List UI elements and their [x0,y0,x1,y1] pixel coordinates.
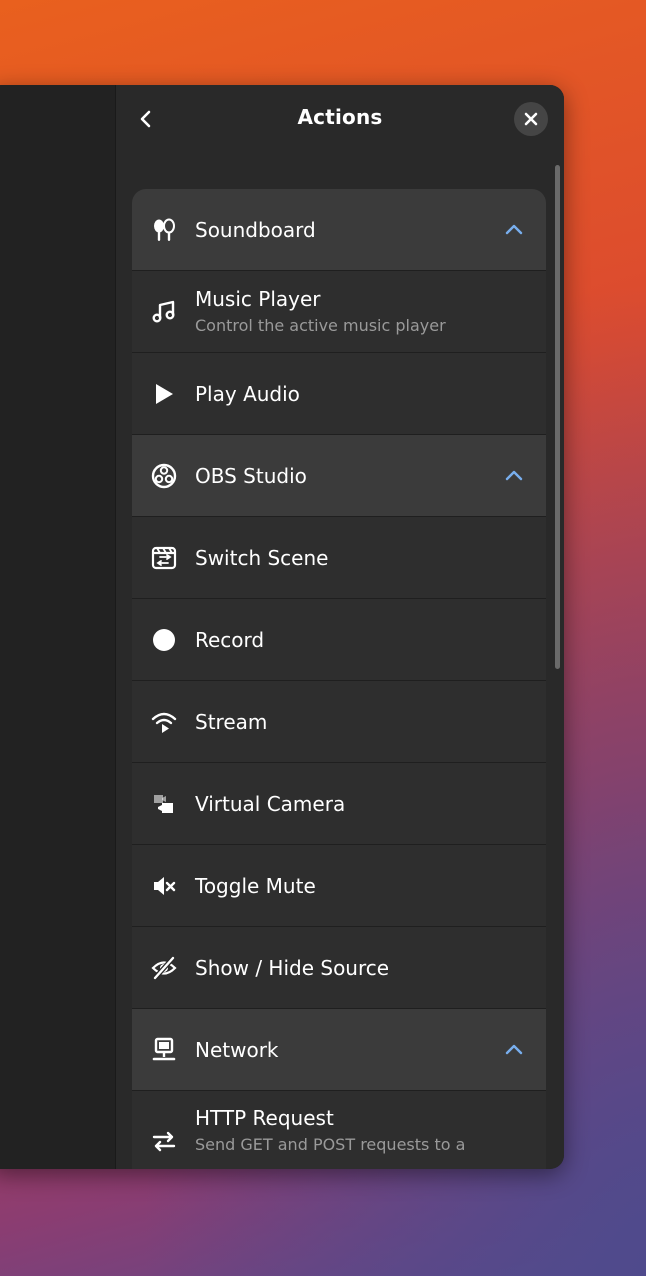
chevron-up-icon[interactable] [502,1038,526,1062]
stream-icon [150,708,178,736]
action-subtitle: Control the active music player [195,316,446,335]
category-label: Network [195,1037,279,1062]
action-record[interactable]: Record [132,599,546,681]
network-icon [150,1036,178,1064]
close-button[interactable] [514,102,548,136]
mute-icon [150,872,178,900]
actions-panel: Actions Soundboard Music Player Control … [116,85,564,1169]
arrows-exchange-icon [150,1127,178,1155]
action-stream[interactable]: Stream [132,681,546,763]
eye-hidden-icon [150,954,178,982]
actions-list: Soundboard Music Player Control the acti… [132,189,546,1169]
soundboard-icon [150,216,178,244]
action-virtual-camera[interactable]: Virtual Camera [132,763,546,845]
virtual-camera-icon [150,790,178,818]
category-soundboard[interactable]: Soundboard [132,189,546,271]
chevron-up-icon[interactable] [502,464,526,488]
panel-header: Actions [116,85,564,153]
play-icon [150,380,178,408]
category-network[interactable]: Network [132,1009,546,1091]
action-toggle-mute[interactable]: Toggle Mute [132,845,546,927]
action-http-request[interactable]: HTTP Request Send GET and POST requests … [132,1091,546,1169]
page-title: Actions [297,105,383,129]
action-label: Show / Hide Source [195,955,390,980]
close-icon [524,112,538,126]
action-play-audio[interactable]: Play Audio [132,353,546,435]
switch-scene-icon [150,544,178,572]
music-note-icon [150,298,178,326]
record-icon [150,626,178,654]
action-switch-scene[interactable]: Switch Scene [132,517,546,599]
scrollbar[interactable] [555,165,560,669]
action-label: Switch Scene [195,545,329,570]
action-music-player[interactable]: Music Player Control the active music pl… [132,271,546,353]
action-show-hide-source[interactable]: Show / Hide Source [132,927,546,1009]
category-label: OBS Studio [195,463,307,488]
category-label: Soundboard [195,217,316,242]
action-label: Record [195,627,265,652]
action-label: Toggle Mute [195,873,316,898]
chevron-up-icon[interactable] [502,218,526,242]
action-label: Stream [195,709,268,734]
category-obs-studio[interactable]: OBS Studio [132,435,546,517]
left-pane [0,85,116,1169]
action-label: HTTP Request [195,1106,334,1130]
action-label: Virtual Camera [195,791,346,816]
action-label: Play Audio [195,381,300,406]
action-subtitle: Send GET and POST requests to a [195,1135,466,1154]
action-label: Music Player [195,287,321,311]
obs-logo-icon [150,462,178,490]
app-window: Actions Soundboard Music Player Control … [0,85,564,1169]
